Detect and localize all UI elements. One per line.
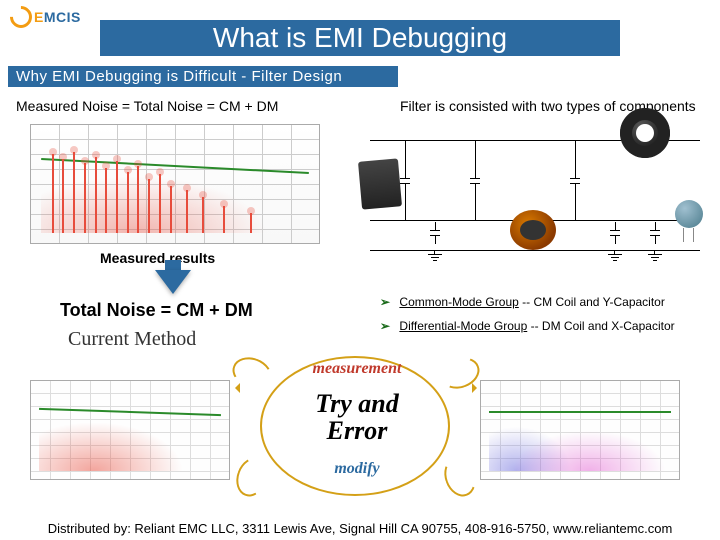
measured-results-label: Measured results bbox=[100, 250, 215, 266]
bullet-dm-title: Differential-Mode Group bbox=[399, 319, 527, 333]
measured-noise-plot bbox=[30, 124, 320, 244]
logo-text: EMCIS bbox=[34, 9, 81, 25]
dm-choke-photo bbox=[510, 210, 556, 250]
emi-filter-schematic bbox=[370, 120, 700, 270]
bullet-cm-desc: -- CM Coil and Y-Capacitor bbox=[519, 295, 665, 309]
brand-logo: EMCIS bbox=[10, 6, 81, 28]
arrowhead-icon bbox=[230, 383, 240, 393]
slide-title: What is EMI Debugging bbox=[100, 20, 620, 56]
bullet-dm-desc: -- DM Coil and X-Capacitor bbox=[527, 319, 674, 333]
filter-group-bullets: ➢ Common-Mode Group -- CM Coil and Y-Cap… bbox=[380, 290, 675, 338]
y-capacitor-photo bbox=[675, 200, 703, 228]
annotation-modify: modify bbox=[262, 460, 452, 478]
noise-spectrum bbox=[41, 143, 309, 233]
logo-letters-rest: MCIS bbox=[44, 9, 81, 25]
annotation-measurement: measurement bbox=[262, 360, 452, 378]
left-caption: Measured Noise = Total Noise = CM + DM bbox=[16, 98, 278, 114]
footer-distribution: Distributed by: Reliant EMC LLC, 3311 Le… bbox=[0, 521, 720, 536]
bottom-left-plot bbox=[30, 380, 230, 480]
bullet-cm-title: Common-Mode Group bbox=[399, 295, 518, 309]
bullet-cm: ➢ Common-Mode Group -- CM Coil and Y-Cap… bbox=[380, 290, 675, 314]
logo-letter-e: E bbox=[34, 9, 44, 25]
x-capacitor-photo bbox=[358, 158, 402, 209]
logo-swirl-icon bbox=[5, 1, 36, 32]
cm-choke-photo bbox=[620, 108, 670, 158]
bullet-icon: ➢ bbox=[380, 319, 390, 333]
slide-subtitle: Why EMI Debugging is Difficult - Filter … bbox=[8, 66, 398, 87]
annotation-try-and-error: Try and Error bbox=[262, 390, 452, 445]
bullet-icon: ➢ bbox=[380, 295, 390, 309]
arrowhead-icon bbox=[472, 383, 482, 393]
arrow-down-icon bbox=[155, 270, 191, 294]
total-noise-formula: Total Noise = CM + DM bbox=[60, 300, 253, 321]
current-method-label: Current Method bbox=[68, 328, 196, 351]
bullet-dm: ➢ Differential-Mode Group -- DM Coil and… bbox=[380, 314, 675, 338]
bottom-right-plot bbox=[480, 380, 680, 480]
